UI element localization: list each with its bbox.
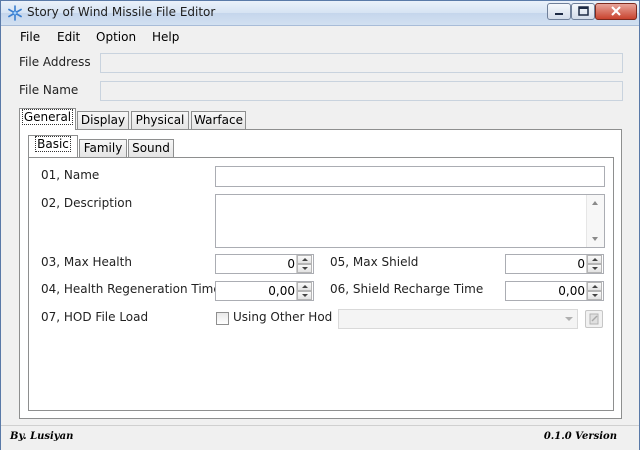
chevron-down-icon (565, 317, 573, 321)
max-shield-label: 05, Max Shield (330, 255, 419, 269)
max-shield-stepper[interactable]: 0 (505, 254, 604, 274)
scroll-up-icon[interactable] (592, 201, 598, 205)
using-other-hod-checkbox[interactable] (216, 312, 229, 325)
using-other-hod-label: Using Other Hod (233, 310, 333, 324)
browse-hod-button[interactable] (585, 310, 603, 328)
arrow-down-icon (592, 267, 598, 270)
max-shield-down-button[interactable] (587, 264, 602, 273)
title-bar[interactable]: Story of Wind Missile File Editor (1, 1, 639, 26)
arrow-down-icon (302, 267, 308, 270)
maximize-icon (578, 6, 589, 16)
health-regen-label: 04, Health Regeneration Time (41, 282, 221, 296)
tab-physical[interactable]: Physical (131, 111, 189, 130)
subtab-family[interactable]: Family (79, 139, 127, 158)
arrow-down-icon (592, 294, 598, 297)
arrow-up-icon (592, 285, 598, 288)
shield-recharge-down-button[interactable] (587, 291, 602, 300)
max-health-up-button[interactable] (297, 255, 312, 264)
browse-icon (589, 313, 599, 325)
max-shield-value: 0 (577, 257, 585, 271)
version-text: 0.1.0 Version (543, 431, 617, 442)
max-health-value: 0 (287, 257, 295, 271)
hod-file-load-label: 07, HOD File Load (41, 310, 149, 324)
max-shield-up-button[interactable] (587, 255, 602, 264)
max-health-label: 03, Max Health (41, 255, 132, 269)
minimize-button[interactable] (547, 3, 571, 20)
shield-recharge-value: 0,00 (558, 284, 585, 298)
menu-file[interactable]: File (20, 30, 40, 44)
maximize-button[interactable] (571, 3, 595, 20)
file-address-field[interactable] (100, 53, 623, 73)
description-scrollbar[interactable] (586, 195, 604, 247)
health-regen-up-button[interactable] (297, 282, 312, 291)
close-icon (611, 6, 621, 16)
arrow-up-icon (592, 258, 598, 261)
minimize-icon (555, 13, 563, 15)
menu-bar: File Edit Option Help (1, 26, 639, 48)
file-name-field[interactable] (100, 81, 623, 101)
shield-recharge-label: 06, Shield Recharge Time (330, 282, 484, 296)
max-health-spin-buttons (296, 255, 313, 273)
basic-subtab-panel: 01, Name 02, Description 03, Max Health … (28, 157, 614, 411)
menu-help[interactable]: Help (152, 30, 179, 44)
hod-file-combo[interactable] (338, 309, 578, 329)
arrow-up-icon (302, 285, 308, 288)
max-health-stepper[interactable]: 0 (215, 254, 314, 274)
health-regen-spin-buttons (296, 282, 313, 300)
subtab-sound[interactable]: Sound (128, 139, 174, 158)
health-regen-value: 0,00 (268, 284, 295, 298)
window-title: Story of Wind Missile File Editor (27, 5, 216, 19)
name-label: 01, Name (41, 168, 100, 182)
subtab-basic[interactable]: Basic (28, 135, 78, 157)
status-bar: By. Lusiyan 0.1.0 Version (1, 425, 639, 450)
close-button[interactable] (595, 3, 637, 20)
tab-warface[interactable]: Warface (191, 111, 246, 130)
shield-recharge-spin-buttons (586, 282, 603, 300)
arrow-down-icon (302, 294, 308, 297)
scroll-down-icon[interactable] (592, 237, 598, 241)
author-text: By. Lusiyan (10, 431, 74, 442)
health-regen-down-button[interactable] (297, 291, 312, 300)
arrow-up-icon (302, 258, 308, 261)
file-name-label: File Name (19, 83, 79, 97)
shield-recharge-stepper[interactable]: 0,00 (505, 281, 604, 301)
shield-recharge-up-button[interactable] (587, 282, 602, 291)
menu-edit[interactable]: Edit (57, 30, 80, 44)
snowflake-icon (8, 5, 22, 21)
max-health-down-button[interactable] (297, 264, 312, 273)
menu-option[interactable]: Option (96, 30, 136, 44)
name-input[interactable] (215, 166, 605, 187)
main-window: Story of Wind Missile File Editor File E… (0, 0, 640, 450)
description-textarea[interactable] (215, 194, 605, 248)
tab-display[interactable]: Display (77, 111, 129, 130)
max-shield-spin-buttons (586, 255, 603, 273)
description-label: 02, Description (41, 196, 133, 210)
tab-general[interactable]: General (19, 108, 76, 130)
general-tab-panel: Basic Family Sound 01, Name 02, Descript… (19, 129, 622, 419)
health-regen-stepper[interactable]: 0,00 (215, 281, 314, 301)
file-address-label: File Address (19, 55, 91, 69)
